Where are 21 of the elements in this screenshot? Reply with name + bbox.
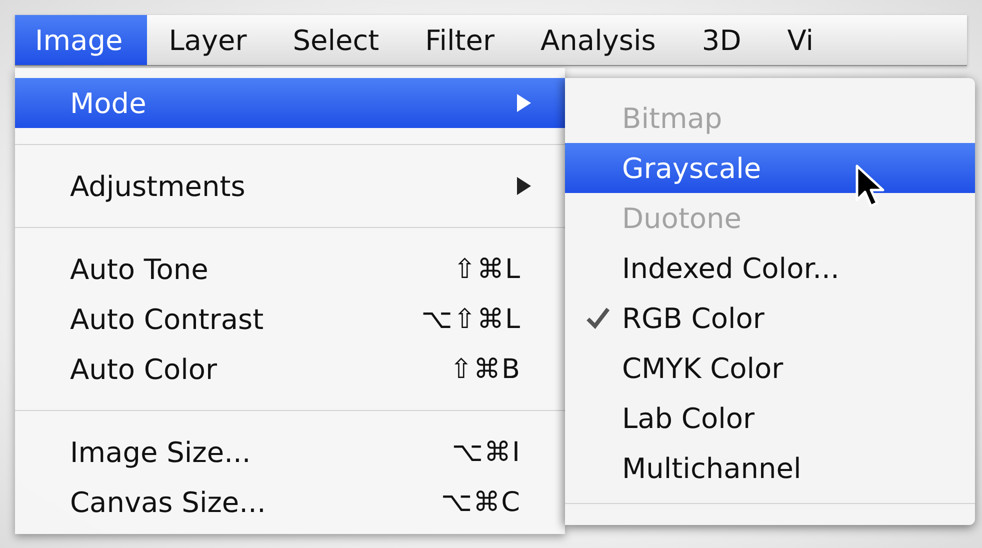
menu-item[interactable]: Adjustments — [15, 161, 565, 211]
menu-item[interactable]: Multichannel — [565, 443, 975, 493]
menu-item[interactable]: Indexed Color... — [565, 243, 975, 293]
checkmark-icon — [586, 307, 610, 329]
menu-bar-item[interactable]: Image — [15, 15, 147, 65]
menu-item[interactable]: Auto Tone ⇧⌘L — [15, 244, 565, 294]
menu-item[interactable]: Grayscale — [565, 143, 975, 193]
menu-bar-item[interactable]: Layer — [146, 15, 271, 65]
menu-bar-item[interactable]: Select — [270, 15, 404, 65]
menu-bar-item[interactable]: Analysis — [518, 15, 680, 65]
menu-item[interactable]: Lab Color — [565, 393, 975, 443]
menu-item[interactable]: Auto Color ⇧⌘B — [15, 344, 565, 394]
menu-bar-item[interactable]: 3D — [680, 15, 766, 65]
menu-bar-item[interactable]: Filter — [403, 15, 519, 65]
menu-item[interactable]: Canvas Size... ⌥⌘C — [15, 477, 565, 527]
menu-item[interactable]: Auto Contrast ⌥⇧⌘L — [15, 294, 565, 344]
menu-item[interactable]: RGB Color — [565, 293, 975, 343]
menu-item[interactable]: Mode — [15, 78, 565, 128]
menu-item[interactable]: CMYK Color — [565, 343, 975, 393]
menu-item[interactable]: Image Size... ⌥⌘I — [15, 427, 565, 477]
menu-bar-item[interactable]: Vi — [765, 15, 814, 65]
